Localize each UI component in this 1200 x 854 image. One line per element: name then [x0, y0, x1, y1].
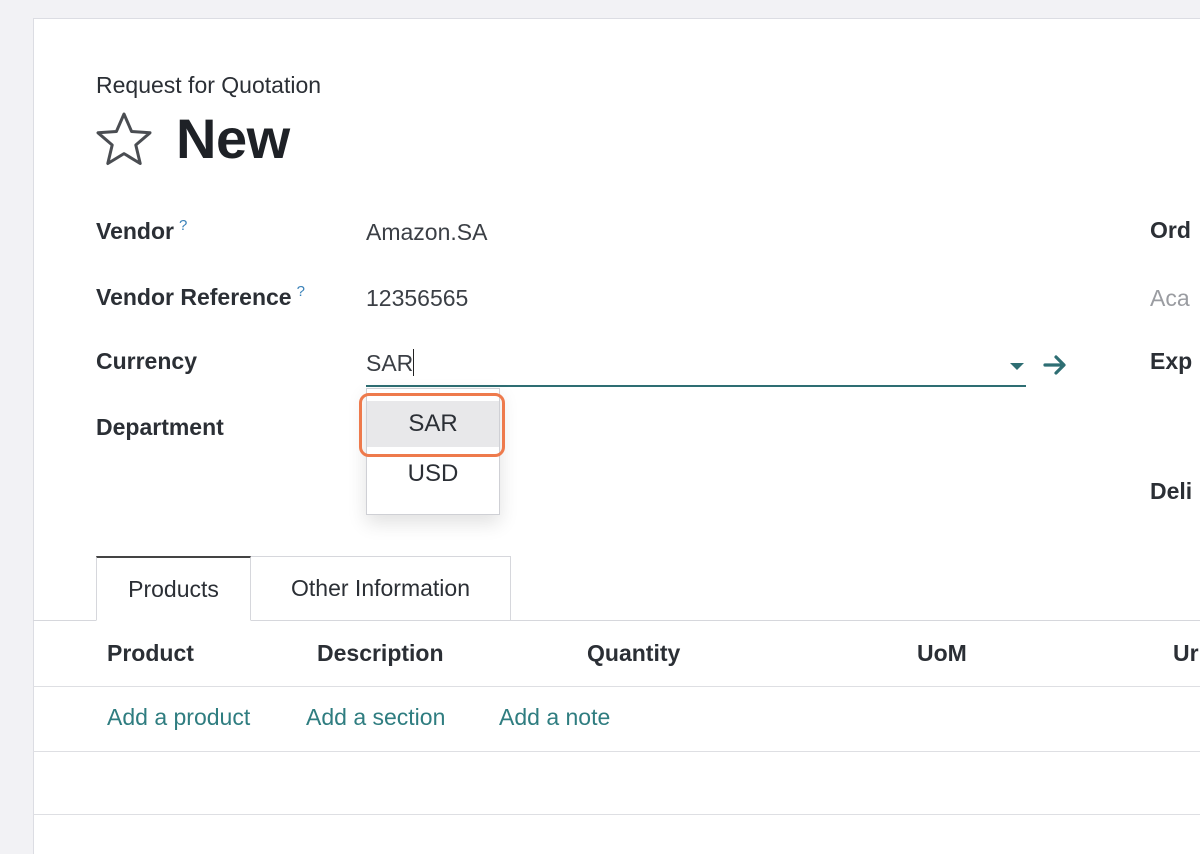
deliver-to-label: Deli — [1150, 478, 1193, 504]
row-divider — [33, 751, 1200, 752]
currency-option-usd[interactable]: USD — [367, 451, 499, 497]
currency-label: Currency — [96, 348, 197, 374]
selection-highlight — [359, 393, 505, 457]
vendor-reference-field[interactable]: 12356565 — [366, 285, 468, 312]
add-note-link[interactable]: Add a note — [499, 704, 610, 731]
internal-link-arrow-icon[interactable] — [1042, 352, 1068, 378]
currency-input-underline — [366, 385, 1026, 387]
tab-other-information[interactable]: Other Information — [251, 556, 511, 621]
star-icon[interactable] — [94, 110, 154, 170]
column-uom[interactable]: UoM — [917, 640, 967, 667]
chevron-down-icon[interactable] — [1010, 363, 1024, 370]
tab-products[interactable]: Products — [96, 556, 251, 621]
expected-arrival-label: Exp — [1150, 348, 1193, 374]
add-section-link[interactable]: Add a section — [306, 704, 445, 731]
text-cursor — [413, 349, 414, 376]
add-product-link[interactable]: Add a product — [107, 704, 250, 731]
vendor-help-icon[interactable]: ? — [179, 217, 187, 234]
vendor-reference-help-icon[interactable]: ? — [297, 283, 305, 300]
column-product[interactable]: Product — [107, 640, 194, 667]
breadcrumb: Request for Quotation — [96, 72, 322, 98]
column-unit-price[interactable]: Ur — [1173, 640, 1199, 667]
page-title: New — [176, 107, 290, 170]
row-divider — [33, 686, 1200, 687]
vendor-reference-label: Vendor Reference? — [96, 283, 305, 311]
row-divider — [33, 814, 1200, 815]
column-description[interactable]: Description — [317, 640, 444, 667]
right-field-value[interactable]: Aca — [1150, 285, 1190, 312]
vendor-reference-label-text: Vendor Reference — [96, 284, 292, 310]
vendor-field[interactable]: Amazon.SA — [366, 219, 487, 246]
vendor-label: Vendor? — [96, 217, 187, 245]
order-deadline-label: Ord — [1150, 217, 1191, 243]
currency-input[interactable]: SAR — [366, 350, 413, 377]
department-label: Department — [96, 414, 224, 440]
vendor-label-text: Vendor — [96, 218, 174, 244]
column-quantity[interactable]: Quantity — [587, 640, 680, 667]
